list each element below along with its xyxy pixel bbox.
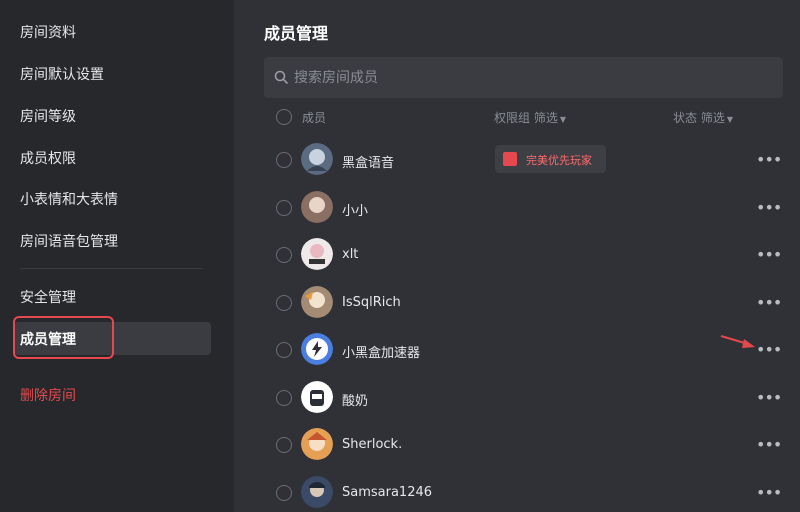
member-name: xlt bbox=[342, 247, 359, 262]
more-options-button[interactable]: ••• bbox=[756, 200, 782, 216]
avatar bbox=[301, 381, 333, 413]
annotation-arrow-icon bbox=[720, 335, 755, 348]
member-row[interactable]: 酸奶 ••• bbox=[234, 374, 800, 421]
main-panel: 成员管理 成员 权限组 筛选▼ 状态 筛选▼ 黑盒语音 完美优先玩家 ••• 小… bbox=[234, 0, 800, 512]
filter-caret-icon: ▼ bbox=[559, 115, 566, 124]
avatar bbox=[301, 238, 333, 270]
sidebar-item-member-management[interactable]: 成员管理 bbox=[20, 329, 76, 349]
member-checkbox[interactable] bbox=[276, 390, 292, 406]
avatar bbox=[301, 476, 333, 508]
page-title: 成员管理 bbox=[264, 24, 329, 43]
member-row[interactable]: xlt ••• bbox=[234, 231, 800, 278]
more-options-button[interactable]: ••• bbox=[756, 437, 782, 453]
settings-sidebar: 房间资料 房间默认设置 房间等级 成员权限 小表情和大表情 房间语音包管理 安全… bbox=[0, 0, 234, 512]
avatar bbox=[301, 333, 333, 365]
avatar bbox=[301, 191, 333, 223]
more-options-button[interactable]: ••• bbox=[756, 295, 782, 311]
badge-crown-icon bbox=[503, 152, 517, 166]
sidebar-item-room-defaults[interactable]: 房间默认设置 bbox=[20, 64, 104, 84]
more-options-button[interactable]: ••• bbox=[756, 342, 782, 358]
select-all-checkbox[interactable] bbox=[276, 109, 292, 125]
member-row[interactable]: IsSqlRich ••• bbox=[234, 279, 800, 326]
column-header-group[interactable]: 权限组 筛选 ▼ bbox=[494, 109, 566, 126]
sidebar-item-room-level[interactable]: 房间等级 bbox=[20, 106, 76, 126]
member-name: 小黑盒加速器 bbox=[342, 346, 421, 361]
column-header-status-label: 状态 筛选 bbox=[673, 111, 725, 125]
sidebar-item-emojis[interactable]: 小表情和大表情 bbox=[20, 189, 118, 209]
member-checkbox[interactable] bbox=[276, 247, 292, 263]
member-checkbox[interactable] bbox=[276, 152, 292, 168]
column-header-group-label: 权限组 筛选 bbox=[494, 111, 558, 125]
sidebar-item-voice-packs[interactable]: 房间语音包管理 bbox=[20, 231, 118, 251]
member-name: IsSqlRich bbox=[342, 295, 401, 310]
search-input[interactable] bbox=[294, 57, 774, 98]
member-row[interactable]: Samsara1246 ••• bbox=[234, 469, 800, 512]
avatar bbox=[301, 286, 333, 318]
sidebar-item-room-info[interactable]: 房间资料 bbox=[20, 22, 76, 42]
column-header-status[interactable]: 状态 筛选 ▼ bbox=[673, 109, 733, 126]
member-name: 小小 bbox=[342, 204, 369, 219]
sidebar-divider bbox=[20, 268, 202, 269]
member-name: 黑盒语音 bbox=[342, 156, 395, 171]
avatar bbox=[301, 143, 333, 175]
member-row[interactable]: 黑盒语音 完美优先玩家 ••• bbox=[234, 136, 800, 183]
more-options-button[interactable]: ••• bbox=[756, 485, 782, 501]
sidebar-item-delete-room[interactable]: 删除房间 bbox=[20, 385, 76, 405]
member-row[interactable]: Sherlock. ••• bbox=[234, 421, 800, 468]
more-options-button[interactable]: ••• bbox=[756, 247, 782, 263]
member-name: Sherlock. bbox=[342, 437, 403, 452]
member-checkbox[interactable] bbox=[276, 200, 292, 216]
more-options-button[interactable]: ••• bbox=[756, 390, 782, 406]
member-row[interactable]: 小黑盒加速器 ••• bbox=[234, 326, 800, 373]
permission-badge: 完美优先玩家 bbox=[495, 145, 606, 173]
sidebar-item-security[interactable]: 安全管理 bbox=[20, 287, 76, 307]
member-checkbox[interactable] bbox=[276, 485, 292, 501]
member-checkbox[interactable] bbox=[276, 295, 292, 311]
column-header-member: 成员 bbox=[302, 111, 327, 125]
permission-badge-label: 完美优先玩家 bbox=[526, 154, 592, 167]
member-name: Samsara1246 bbox=[342, 485, 433, 500]
member-name: 酸奶 bbox=[342, 394, 369, 409]
sidebar-item-member-permissions[interactable]: 成员权限 bbox=[20, 148, 76, 168]
member-row[interactable]: 小小 ••• bbox=[234, 184, 800, 231]
avatar bbox=[301, 428, 333, 460]
member-checkbox[interactable] bbox=[276, 342, 292, 358]
search-icon bbox=[274, 70, 288, 84]
search-box[interactable] bbox=[264, 57, 783, 98]
member-checkbox[interactable] bbox=[276, 437, 292, 453]
filter-caret-icon: ▼ bbox=[726, 115, 733, 124]
more-options-button[interactable]: ••• bbox=[756, 152, 782, 168]
